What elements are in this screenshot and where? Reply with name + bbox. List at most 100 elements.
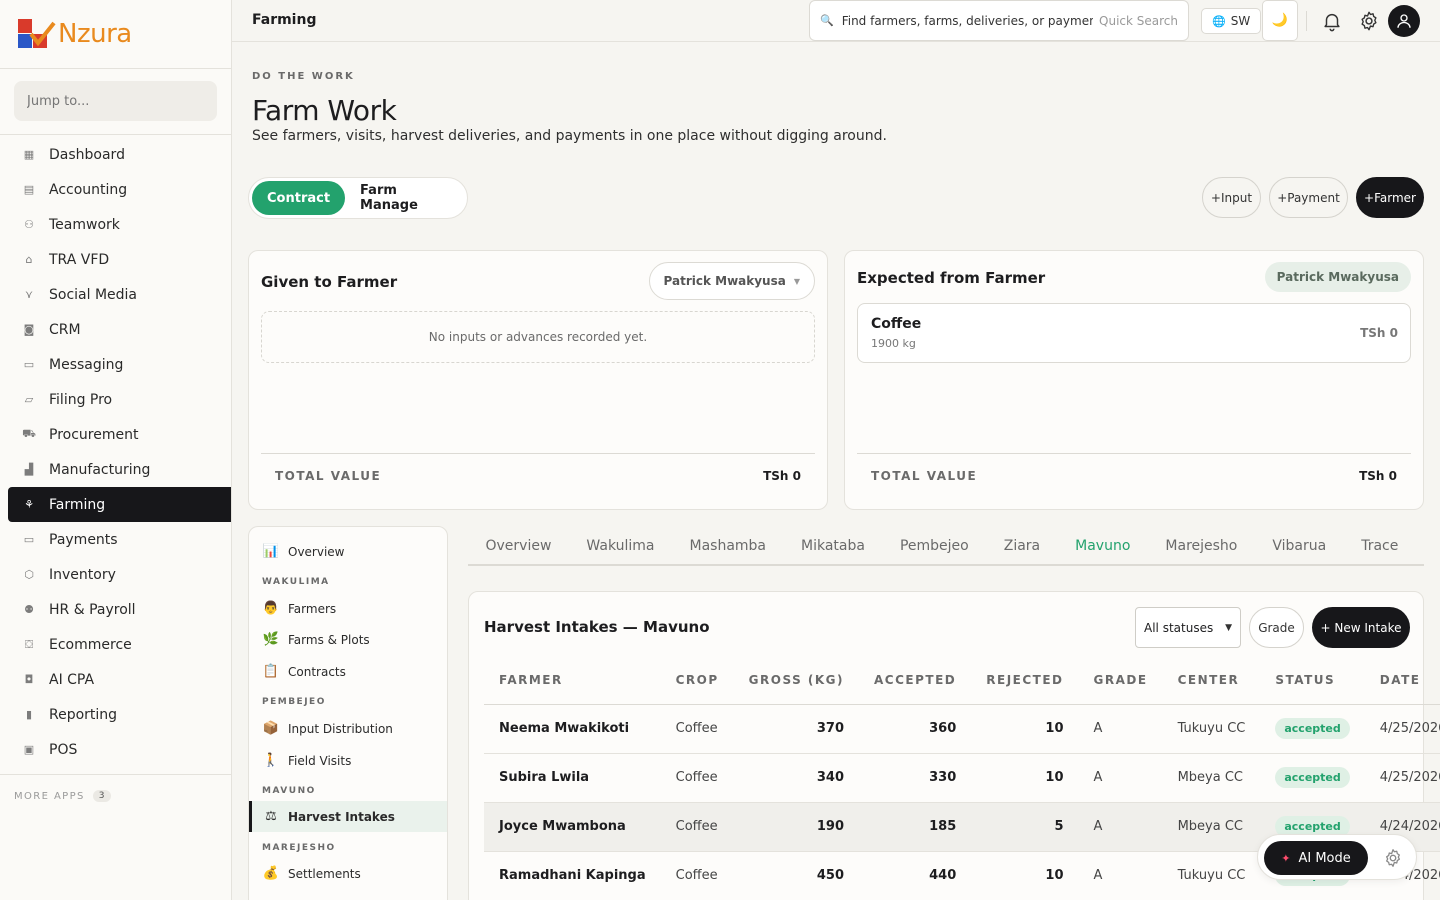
logo-mark-icon (18, 19, 56, 48)
cell-crop: Coffee (660, 704, 734, 754)
segment-contract[interactable]: Contract (252, 181, 346, 215)
sidebar-item-ai-cpa[interactable]: ◘ AI CPA (0, 662, 231, 697)
farmer-select[interactable]: Patrick Mwakyusa ▼ (648, 262, 815, 300)
sidebar-item-reporting[interactable]: ▮ Reporting (0, 697, 231, 732)
tab-mashamba[interactable]: Mashamba (672, 526, 784, 566)
subnav-input-distribution[interactable]: 📦 Input Distribution (249, 713, 447, 744)
module-title: Farming (252, 12, 317, 28)
subnav-harvest-intakes[interactable]: ⚖ Harvest Intakes (249, 801, 447, 832)
subnav-farms-plots[interactable]: 🌿 Farms & Plots (249, 624, 447, 655)
bell-icon[interactable] (1321, 10, 1343, 32)
sidebar-item-crm[interactable]: ◙ CRM (0, 312, 231, 347)
column-header[interactable]: GROSS (KG) (733, 656, 860, 705)
segment-farm-manage[interactable]: Farm Manage (345, 181, 464, 215)
expected-total-row: TOTAL VALUE TSh 0 (857, 453, 1411, 497)
cell-status: accepted (1260, 704, 1365, 754)
globe-icon: 🌐 (1212, 14, 1226, 28)
sidebar-item-dashboard[interactable]: ▦ Dashboard (0, 137, 231, 172)
more-apps[interactable]: MORE APPS 3 (0, 774, 231, 817)
cell-accepted: 330 (859, 753, 972, 803)
sidebar-item-label: HR & Payroll (49, 601, 136, 618)
package-icon: 📦 (262, 721, 280, 736)
cell-center: Tukuyu CC (1162, 704, 1261, 754)
column-header[interactable]: REJECTED (971, 656, 1079, 705)
cell-date: 4/25/2026 (1364, 704, 1440, 754)
sidebar-item-manufacturing[interactable]: ▟ Manufacturing (0, 452, 231, 487)
page-subtitle: See farmers, visits, harvest deliveries,… (252, 128, 887, 144)
cell-accepted: 185 (859, 802, 972, 852)
brand-logo[interactable]: Nzura (0, 0, 231, 69)
cell-gross: 340 (733, 753, 860, 803)
tab-marejesho[interactable]: Marejesho (1148, 526, 1255, 566)
new-intake-button[interactable]: + New Intake (1312, 607, 1410, 648)
quick-search[interactable]: 🔍 Find farmers, farms, deliveries, or pa… (809, 0, 1189, 41)
subnav-label: Overview (288, 544, 345, 559)
sidebar-item-messaging[interactable]: ▭ Messaging (0, 347, 231, 382)
add-input-button[interactable]: +Input (1202, 177, 1261, 218)
column-header[interactable]: DATE (1364, 656, 1440, 705)
column-header[interactable]: STATUS (1260, 656, 1365, 705)
cell-center: Mbeya CC (1162, 802, 1261, 852)
sidebar-item-hr-payroll[interactable]: ⚉ HR & Payroll (0, 592, 231, 627)
user-avatar[interactable] (1388, 5, 1420, 37)
sidebar-item-ecommerce[interactable]: ⛋ Ecommerce (0, 627, 231, 662)
sidebar-item-inventory[interactable]: ⬡ Inventory (0, 557, 231, 592)
column-header[interactable]: GRADE (1078, 656, 1163, 705)
sidebar-item-pos[interactable]: ▣ POS (0, 732, 231, 767)
moon-icon: 🌙 (1271, 13, 1289, 28)
status-badge: accepted (1275, 767, 1350, 788)
box-icon: ⬡ (24, 568, 34, 581)
sidebar-item-accounting[interactable]: ▤ Accounting (0, 172, 231, 207)
add-payment-button[interactable]: +Payment (1269, 177, 1348, 218)
tab-ziara[interactable]: Ziara (986, 526, 1057, 566)
grade-button[interactable]: Grade (1249, 607, 1304, 648)
farming-subnav: 📊 Overview WAKULIMA 👨 Farmers 🌿 Farms & Plo… (248, 526, 448, 900)
sidebar-item-tra-vfd[interactable]: ⌂ TRA VFD (0, 242, 231, 277)
gear-icon[interactable] (1358, 10, 1380, 32)
crop-value: TSh 0 (1360, 326, 1398, 340)
status-filter-select[interactable]: All statuses ▼ (1135, 607, 1241, 648)
total-value: TSh 0 (1359, 468, 1397, 483)
team-icon: ⚇ (24, 218, 34, 231)
grid-icon: ▦ (23, 148, 35, 161)
tab-wakulima[interactable]: Wakulima (569, 526, 672, 566)
tab-mavuno[interactable]: Mavuno (1058, 526, 1148, 566)
cell-center: Tukuyu CC (1162, 851, 1261, 900)
theme-toggle[interactable]: 🌙 (1262, 0, 1298, 41)
sidebar-item-label: Manufacturing (49, 461, 151, 478)
sidebar-item-procurement[interactable]: ⛟ Procurement (0, 417, 231, 452)
sidebar-item-label: AI CPA (49, 671, 95, 688)
ai-mode-button[interactable]: ✦ AI Mode (1264, 841, 1368, 875)
gear-icon[interactable] (1382, 847, 1404, 869)
column-header[interactable]: ACCEPTED (859, 656, 972, 705)
sidebar-item-filing-pro[interactable]: ▱ Filing Pro (0, 382, 231, 417)
sidebar-item-teamwork[interactable]: ⚇ Teamwork (0, 207, 231, 242)
column-header[interactable]: CROP (660, 656, 734, 705)
tab-mikataba[interactable]: Mikataba (784, 526, 883, 566)
tab-overview[interactable]: Overview (468, 526, 569, 566)
column-header[interactable]: CENTER (1162, 656, 1261, 705)
subnav-farmers[interactable]: 👨 Farmers (249, 593, 447, 624)
subnav-contracts[interactable]: 📋 Contracts (249, 656, 447, 687)
jump-to-input[interactable] (14, 81, 217, 121)
subnav-overview[interactable]: 📊 Overview (249, 536, 447, 567)
sidebar-item-label: TRA VFD (49, 251, 110, 268)
cell-grade: A (1078, 802, 1163, 852)
scale-icon: ⚖ (265, 809, 277, 824)
tab-trace[interactable]: Trace (1344, 526, 1416, 566)
search-hint: Quick Search (1099, 13, 1178, 28)
subnav-settlements[interactable]: 💰 Settlements (249, 858, 447, 889)
user-icon (1397, 14, 1411, 28)
sidebar-item-social-media[interactable]: ⋎ Social Media (0, 277, 231, 312)
add-farmer-button[interactable]: +Farmer (1356, 177, 1424, 218)
sidebar-item-payments[interactable]: ▭ Payments (0, 522, 231, 557)
subnav-field-visits[interactable]: 🚶 Field Visits (249, 745, 447, 776)
column-header[interactable]: FARMER (484, 656, 661, 705)
tab-pembejeo[interactable]: Pembejeo (882, 526, 986, 566)
sidebar-item-farming[interactable]: ⚘ Farming (8, 487, 231, 522)
table-row[interactable]: Neema Mwakikoti Coffee 370 360 10 A Tukuyu CC a… (484, 704, 1440, 754)
tab-vibarua[interactable]: Vibarua (1255, 526, 1344, 566)
language-switch[interactable]: 🌐 SW (1201, 8, 1262, 34)
sidebar-item-label: Dashboard (49, 146, 125, 163)
table-row[interactable]: Subira Lwila Coffee 340 330 10 A Mbeya CC accep… (484, 753, 1440, 803)
